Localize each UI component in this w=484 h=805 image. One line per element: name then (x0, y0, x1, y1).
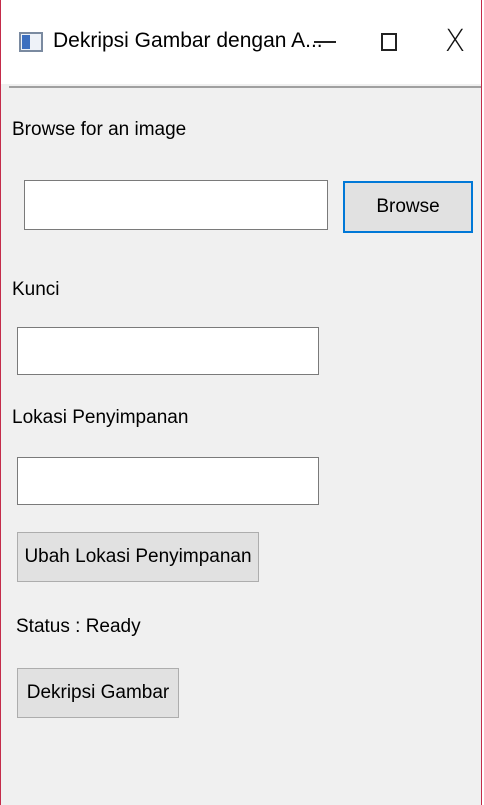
maximize-icon (381, 33, 397, 51)
window-title: Dekripsi Gambar dengan A... (53, 29, 323, 52)
lokasi-label: Lokasi Penyimpanan (12, 407, 189, 428)
maximize-button[interactable] (361, 18, 417, 66)
app-window-icon (19, 32, 43, 52)
decrypt-image-button[interactable]: Dekripsi Gambar (17, 668, 179, 718)
kunci-input[interactable] (17, 327, 319, 375)
close-icon: X (444, 24, 466, 59)
minimize-icon (314, 41, 336, 43)
minimize-button[interactable] (297, 18, 353, 66)
change-location-button[interactable]: Ubah Lokasi Penyimpanan (17, 532, 259, 582)
browse-button[interactable]: Browse (343, 181, 473, 233)
close-button[interactable]: X (427, 18, 483, 66)
image-path-input[interactable] (24, 180, 328, 230)
title-bar[interactable]: Dekripsi Gambar dengan A... X (1, 0, 481, 84)
status-text: Status : Ready (16, 616, 141, 637)
separator-line (9, 86, 481, 88)
browse-label: Browse for an image (12, 119, 187, 140)
kunci-label: Kunci (12, 279, 60, 300)
lokasi-input[interactable] (17, 457, 319, 505)
app-window: Dekripsi Gambar dengan A... X Browse for… (0, 0, 482, 805)
